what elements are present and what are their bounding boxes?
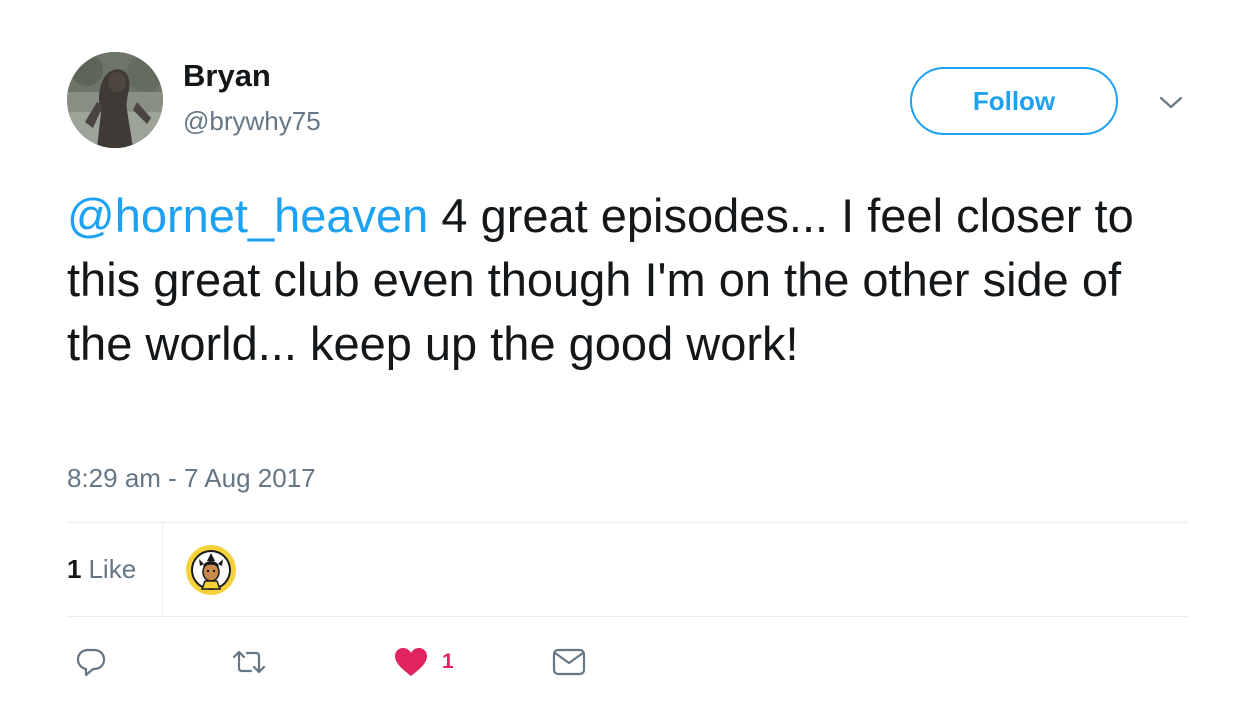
mention-link[interactable]: @hornet_heaven	[67, 189, 428, 242]
tweet-timestamp[interactable]: 8:29 am - 7 Aug 2017	[67, 463, 316, 494]
heart-icon	[395, 648, 427, 676]
like-count: 1	[442, 650, 454, 673]
more-options-button[interactable]	[1156, 88, 1186, 118]
tweet-stats: 1 Like	[67, 523, 1188, 616]
envelope-icon	[552, 648, 586, 676]
like-button[interactable]: 1	[394, 640, 454, 684]
tweet-card: Bryan @brywhy75 Follow @hornet_heaven 4 …	[0, 0, 1254, 726]
author-avatar[interactable]	[67, 52, 163, 148]
author-name[interactable]: Bryan	[183, 58, 271, 94]
divider	[67, 616, 1188, 617]
likes-stat-count: 1	[67, 554, 82, 584]
direct-message-button[interactable]	[552, 640, 586, 684]
tweet-actions: 1	[67, 640, 667, 684]
avatar-photo	[67, 52, 163, 148]
liker-avatar[interactable]	[186, 545, 236, 595]
follow-button[interactable]: Follow	[910, 67, 1118, 135]
reply-button[interactable]	[75, 640, 107, 684]
chevron-down-icon	[1159, 96, 1183, 109]
liker-avatar-image	[186, 545, 236, 595]
tweet-text: @hornet_heaven 4 great episodes... I fee…	[67, 184, 1187, 376]
likes-stat-label: Like	[88, 554, 137, 584]
reply-icon	[76, 648, 106, 677]
likes-stat[interactable]: 1 Like	[67, 523, 163, 616]
author-handle[interactable]: @brywhy75	[183, 106, 321, 137]
retweet-icon	[232, 650, 266, 674]
retweet-button[interactable]	[229, 640, 269, 684]
